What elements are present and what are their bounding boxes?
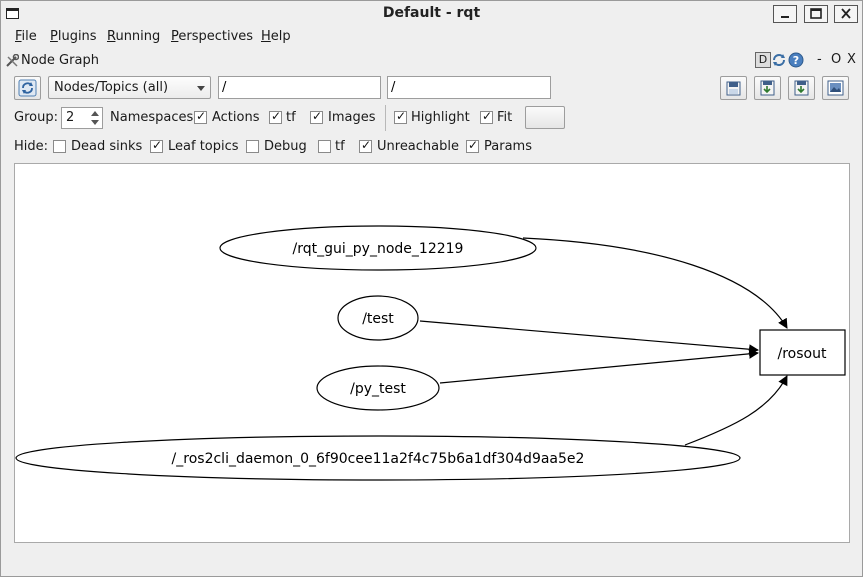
plugin-dock-d-button[interactable]: D — [755, 52, 771, 68]
graph-svg: /rqt_gui_py_node_12219 /test /py_test /_… — [15, 225, 846, 481]
graph-node-rqt-gui[interactable]: /rqt_gui_py_node_12219 — [219, 225, 537, 271]
namespaces-label: Namespaces — [110, 110, 194, 125]
highlight-label: Highlight — [411, 110, 470, 125]
tools-icon — [6, 54, 19, 67]
edge-py-test-to-rosout[interactable] — [439, 348, 759, 384]
plugin-float-button[interactable]: O — [831, 52, 841, 67]
menu-file[interactable]: File — [15, 29, 37, 44]
hide-label: Hide: — [14, 139, 49, 154]
edge-daemon-to-rosout[interactable] — [684, 375, 788, 446]
fit-checkbox[interactable] — [480, 109, 493, 124]
save-svg-button[interactable] — [788, 76, 815, 100]
actions-label: Actions — [212, 110, 260, 125]
menu-perspectives-label: erspectives — [178, 29, 254, 44]
graph-toolbar: Nodes/Topics (all) — [0, 74, 863, 102]
highlight-checkbox[interactable] — [394, 109, 407, 124]
menu-help-label: elp — [270, 29, 291, 44]
graph-canvas[interactable]: /rqt_gui_py_node_12219 /test /py_test /_… — [14, 163, 850, 543]
maximize-icon — [810, 8, 822, 19]
tf-group-checkbox[interactable] — [269, 109, 282, 124]
save-svg-icon — [794, 80, 809, 96]
plugin-minimize-button[interactable]: - — [817, 52, 822, 67]
images-checkbox[interactable] — [310, 109, 323, 124]
graph-mode-value: Nodes/Topics (all) — [54, 80, 169, 95]
graph-options-row: Group: 2 Namespaces Actions tf Images Hi… — [0, 104, 863, 132]
group-label: Group: — [14, 110, 58, 125]
menu-perspectives[interactable]: Perspectives — [171, 29, 253, 44]
node-label-rqt-gui: /rqt_gui_py_node_12219 — [293, 241, 464, 257]
menu-bar: File Plugins Running Perspectives Help — [1, 26, 862, 48]
node-label-ros2cli-daemon: /_ros2cli_daemon_0_6f90cee11a2f4c75b6a1d… — [172, 451, 585, 467]
dead-sinks-label: Dead sinks — [71, 139, 143, 154]
hide-options-row: Hide: Dead sinks Leaf topics Debug tf Un… — [0, 134, 863, 158]
close-button[interactable] — [834, 5, 858, 23]
actions-checkbox[interactable] — [194, 109, 207, 124]
menu-running[interactable]: Running — [107, 29, 160, 44]
close-icon — [841, 8, 851, 19]
save-dot-button[interactable] — [754, 76, 781, 100]
save-dot-icon — [760, 80, 775, 96]
options-separator — [385, 105, 386, 131]
dead-sinks-checkbox[interactable] — [53, 140, 66, 153]
hide-tf-label: tf — [335, 139, 345, 154]
plugin-dock-d-label: D — [758, 53, 768, 66]
menu-help[interactable]: Help — [261, 29, 291, 44]
unreachable-label: Unreachable — [377, 139, 459, 154]
plugin-titlebar: Node Graph D ? - O X — [1, 50, 862, 72]
edge-rqt-gui-to-rosout[interactable] — [522, 237, 788, 329]
params-checkbox[interactable] — [466, 138, 479, 153]
fit-in-view-button[interactable] — [525, 106, 565, 129]
leaf-topics-checkbox[interactable] — [150, 138, 163, 153]
images-label: Images — [328, 110, 376, 125]
minimize-button[interactable] — [773, 5, 797, 23]
graph-mode-select[interactable]: Nodes/Topics (all) — [48, 76, 211, 99]
menu-plugins[interactable]: Plugins — [50, 29, 97, 44]
leaf-topics-label: Leaf topics — [168, 139, 239, 154]
debug-label: Debug — [264, 139, 307, 154]
chevron-down-icon — [197, 86, 205, 91]
graph-node-rosout[interactable]: /rosout — [759, 329, 846, 376]
group-spinbox[interactable]: 2 — [61, 107, 103, 129]
menu-running-label: unning — [115, 29, 161, 44]
refresh-graph-button[interactable] — [14, 76, 41, 100]
menu-file-label: ile — [21, 29, 37, 44]
minimize-icon — [781, 16, 789, 18]
spin-up-icon[interactable] — [91, 111, 99, 116]
window-title: Default - rqt — [382, 5, 481, 21]
hide-tf-checkbox[interactable] — [318, 140, 331, 153]
window-titlebar[interactable]: Default - rqt — [1, 1, 862, 26]
menu-plugins-label: lugins — [57, 29, 97, 44]
save-image-button[interactable] — [822, 76, 849, 100]
tf-group-label: tf — [286, 110, 296, 125]
node-label-rosout: /rosout — [778, 346, 827, 362]
menu-plugins-mnemonic: P — [50, 29, 58, 44]
node-label-py-test: /py_test — [350, 381, 406, 397]
refresh-icon — [18, 79, 37, 97]
svg-text:?: ? — [793, 54, 799, 67]
plugin-reload-icon[interactable] — [771, 52, 787, 68]
graph-node-py-test[interactable]: /py_test — [316, 365, 440, 411]
node-filter-input[interactable] — [218, 76, 381, 99]
plugin-close-button[interactable]: X — [847, 52, 856, 67]
plugin-help-icon[interactable]: ? — [788, 52, 804, 68]
debug-checkbox[interactable] — [246, 140, 259, 153]
save-image-icon — [827, 80, 844, 96]
maximize-button[interactable] — [804, 5, 828, 23]
edge-test-to-rosout[interactable] — [419, 320, 759, 355]
load-file-icon — [726, 81, 741, 96]
graph-node-test[interactable]: /test — [337, 295, 419, 341]
spin-down-icon[interactable] — [91, 120, 99, 125]
load-dot-button[interactable] — [720, 76, 747, 100]
node-label-test: /test — [362, 311, 394, 327]
menu-help-mnemonic: H — [261, 29, 271, 44]
group-value: 2 — [66, 110, 75, 125]
params-label: Params — [484, 139, 532, 154]
plugin-title: Node Graph — [21, 53, 99, 68]
topic-filter-input[interactable] — [387, 76, 551, 99]
fit-label: Fit — [497, 110, 513, 125]
graph-node-ros2cli-daemon[interactable]: /_ros2cli_daemon_0_6f90cee11a2f4c75b6a1d… — [15, 435, 741, 481]
unreachable-checkbox[interactable] — [359, 138, 372, 153]
